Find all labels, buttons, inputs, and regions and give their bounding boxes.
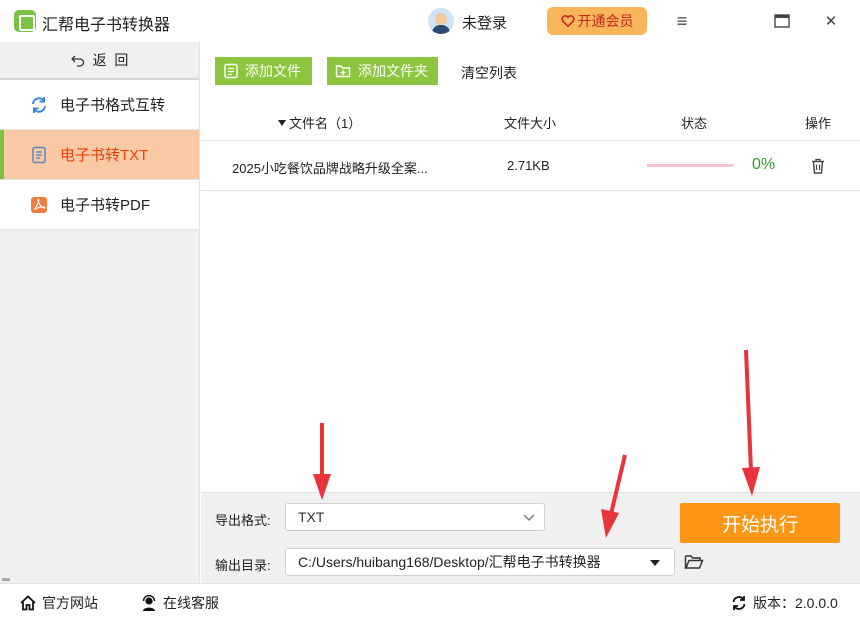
column-status-header: 状态 xyxy=(681,116,708,131)
version-label: 版本：2.0.0.0 xyxy=(753,595,838,611)
vip-label: 开通会员 xyxy=(577,13,634,29)
sidebar-item-to-pdf[interactable]: 电子书转PDF xyxy=(0,180,199,230)
support-label: 在线客服 xyxy=(163,595,219,611)
app-logo-icon xyxy=(14,10,36,32)
home-icon xyxy=(20,595,36,611)
version-info[interactable]: 版本：2.0.0.0 xyxy=(731,593,838,613)
toolbar: 添加文件 添加文件夹 清空列表 xyxy=(201,42,860,100)
export-settings: 导出格式: TXT 输出目录: C:/Users/huibang168/Desk… xyxy=(201,492,860,583)
back-button[interactable]: 返 回 xyxy=(0,42,199,80)
add-file-icon xyxy=(224,63,238,79)
file-size-cell: 2.71KB xyxy=(507,158,550,173)
sidebar-item-label: 电子书转PDF xyxy=(60,197,151,214)
progress-percent: 0% xyxy=(752,156,776,173)
add-file-button[interactable]: 添加文件 xyxy=(215,57,312,85)
login-status[interactable]: 未登录 xyxy=(462,12,507,33)
add-file-label: 添加文件 xyxy=(245,63,301,79)
file-name-cell: 2025小吃餐饮品牌战略升级全案... xyxy=(232,161,428,176)
status-bar: 官方网站 在线客服 版本：2.0.0.0 xyxy=(0,583,860,617)
back-arrow-icon xyxy=(70,55,84,67)
maximize-icon[interactable] xyxy=(767,6,797,36)
back-label: 返 回 xyxy=(92,52,129,68)
clear-list-button[interactable]: 清空列表 xyxy=(461,63,517,83)
user-avatar[interactable] xyxy=(428,8,454,34)
sidebar-item-to-txt[interactable]: 电子书转TXT xyxy=(0,130,199,180)
sidebar-scrollbar[interactable] xyxy=(2,578,10,581)
document-icon xyxy=(30,146,48,164)
website-link[interactable]: 官方网站 xyxy=(20,593,98,613)
column-action-header: 操作 xyxy=(805,116,832,131)
column-name-label: 文件名（1） xyxy=(289,116,362,131)
support-link[interactable]: 在线客服 xyxy=(141,593,219,613)
add-folder-button[interactable]: 添加文件夹 xyxy=(327,57,438,85)
title-bar: 汇帮电子书转换器 未登录 开通会员 ≡ ✕ xyxy=(0,0,860,42)
folder-open-icon[interactable] xyxy=(684,553,704,571)
add-folder-label: 添加文件夹 xyxy=(358,63,428,79)
sidebar-item-label: 电子书格式互转 xyxy=(60,97,166,114)
caret-down-icon xyxy=(650,560,660,566)
output-dir-label: 输出目录: xyxy=(215,558,271,573)
sidebar: 返 回 电子书格式互转 电子书转TXT 电子书转PDF xyxy=(0,42,200,583)
file-table-header: 文件名（1） 文件大小 状态 操作 xyxy=(201,100,860,141)
add-folder-icon xyxy=(335,65,351,78)
chevron-down-icon xyxy=(523,514,535,521)
vip-button[interactable]: 开通会员 xyxy=(547,7,647,35)
format-label: 导出格式: xyxy=(215,513,271,528)
menu-icon[interactable]: ≡ xyxy=(667,6,697,36)
format-value: TXT xyxy=(298,509,325,525)
sidebar-item-format-convert[interactable]: 电子书格式互转 xyxy=(0,80,199,130)
app-title: 汇帮电子书转换器 xyxy=(42,17,171,34)
website-label: 官方网站 xyxy=(42,595,98,611)
format-select[interactable]: TXT xyxy=(285,503,545,531)
sort-desc-icon xyxy=(278,119,286,126)
column-size-header: 文件大小 xyxy=(504,116,557,131)
sidebar-item-label: 电子书转TXT xyxy=(60,147,149,164)
pdf-icon xyxy=(30,196,48,214)
output-dir-select[interactable]: C:/Users/huibang168/Desktop/汇帮电子书转换器 xyxy=(285,548,675,576)
table-row[interactable]: 2025小吃餐饮品牌战略升级全案... 2.71KB 0% xyxy=(201,141,860,191)
file-list-area xyxy=(201,192,860,492)
progress-bar xyxy=(647,164,733,167)
trash-icon[interactable] xyxy=(809,157,827,175)
refresh-icon xyxy=(30,96,48,114)
column-name-header[interactable]: 文件名（1） xyxy=(278,113,361,132)
output-dir-value: C:/Users/huibang168/Desktop/汇帮电子书转换器 xyxy=(298,554,601,570)
close-icon[interactable]: ✕ xyxy=(816,6,846,36)
vip-heart-icon xyxy=(560,15,575,28)
support-agent-icon xyxy=(142,595,156,611)
refresh-icon xyxy=(732,596,746,610)
start-button[interactable]: 开始执行 xyxy=(680,503,840,543)
